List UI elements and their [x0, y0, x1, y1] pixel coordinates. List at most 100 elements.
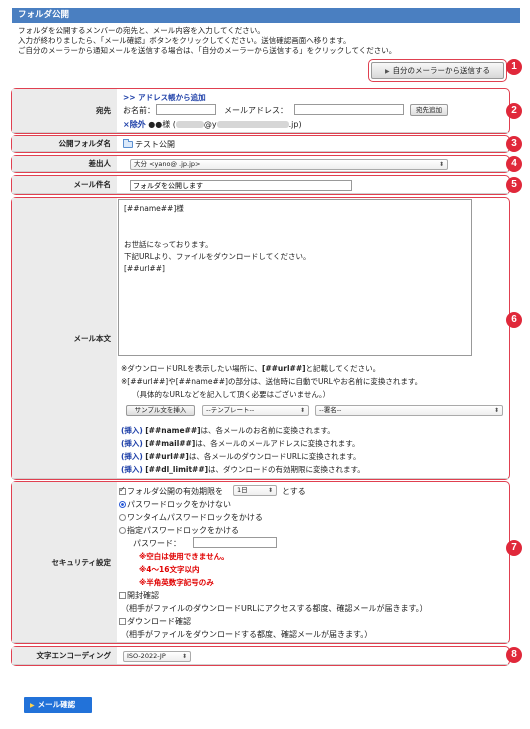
radio-no-lock-label: パスワードロックをかけない [127, 500, 231, 509]
folder-row: 公開フォルダ名 テスト公開 [12, 136, 509, 152]
folder-value: テスト公開 [120, 136, 509, 151]
insert-tag[interactable]: (挿入) [121, 465, 143, 474]
chevron-updown-icon: ⬍ [438, 161, 444, 168]
open-confirm-option[interactable]: 開封確認 [119, 590, 159, 601]
add-recipient-button[interactable]: 宛先追加 [410, 104, 448, 116]
body-note-1: ※ダウンロードURLを表示したい場所に、[##url##]と記載してください。 [121, 363, 380, 374]
radio-onetime-lock[interactable]: ワンタイムパスワードロックをかける [119, 512, 263, 523]
recipient-entry-mid: @y [203, 120, 217, 129]
mail-confirm-button[interactable]: ▶ メール確認 [24, 697, 92, 713]
encoding-select[interactable]: ISO-2022-JP ⬍ [123, 651, 191, 662]
redacted-text [175, 121, 204, 128]
radio-fixed-lock[interactable]: 指定パスワードロックをかける [119, 525, 239, 536]
radio-indicator [119, 514, 126, 521]
intro-text: フォルダを公開するメンバーの宛先と、メール内容を入力してください。 入力が終わり… [18, 26, 518, 56]
template-select-value: --テンプレート-- [206, 406, 255, 414]
body-line [124, 227, 466, 239]
recipient-label: 宛先 [12, 89, 117, 132]
open-confirm-checkbox[interactable] [119, 592, 126, 599]
intro-line: 入力が終わりましたら、「メール確認」ボタンをクリックしてください。送信確認画面へ… [18, 36, 351, 45]
insert-item: (挿入) [##mail##]は、各メールのメールアドレスに変換されます。 [121, 438, 360, 449]
redacted-text [216, 121, 289, 128]
name-input[interactable] [156, 104, 216, 115]
open-confirm-desc: （相手がファイルのダウンロードURLにアクセスする都度、確認メールが届きます。） [121, 604, 428, 613]
email-input[interactable] [294, 104, 404, 115]
remove-recipient-link[interactable]: ×除外 [123, 120, 146, 129]
marker-6: 6 [506, 312, 522, 328]
sender-select[interactable]: 大分 <yano@ .jp.jp> ⬍ [130, 159, 448, 170]
body-line: [##url##] [124, 264, 165, 273]
insert-code: [##name##] [145, 426, 201, 435]
chevron-updown-icon: ⬍ [493, 407, 499, 414]
sender-row: 差出人 大分 <yano@ .jp.jp> ⬍ [12, 156, 509, 172]
download-confirm-option[interactable]: ダウンロード確認 [119, 616, 191, 627]
download-confirm-desc: （相手がファイルをダウンロードする都度、確認メールが届きます。） [121, 630, 373, 639]
insert-desc: は、ダウンロードの有効期限に変換されます。 [208, 465, 365, 474]
note1-code: [##url##] [261, 364, 306, 373]
signature-select[interactable]: --署名-- ⬍ [315, 405, 503, 416]
download-confirm-checkbox[interactable] [119, 618, 126, 625]
recipient-entry-close: .jp) [288, 120, 302, 129]
password-rule-2: ※4～16文字以内 [139, 565, 200, 574]
marker-4: 4 [506, 156, 522, 172]
recipient-row: 宛先 >> アドレス帳から追加 お名前： メールアドレス： 宛先追加 ×除外 ●… [12, 89, 509, 133]
encoding-value: ISO-2022-JP ⬍ [120, 647, 509, 664]
subject-label: メール件名 [12, 176, 117, 193]
play-icon: ▶ [384, 68, 390, 75]
insert-item: (挿入) [##name##]は、各メールのお名前に変換されます。 [121, 425, 335, 436]
sender-label: 差出人 [12, 156, 117, 171]
template-select[interactable]: --テンプレート-- ⬍ [202, 405, 309, 416]
chevron-updown-icon: ⬍ [181, 653, 187, 660]
marker-1: 1 [506, 59, 522, 75]
address-book-link[interactable]: >> アドレス帳から追加 [123, 92, 206, 103]
insert-tag[interactable]: (挿入) [121, 439, 143, 448]
email-label: メールアドレス： [224, 106, 288, 115]
recipient-value: >> アドレス帳から追加 お名前： メールアドレス： 宛先追加 ×除外 ●●様 … [120, 89, 509, 132]
body-line: 下記URLより、ファイルをダウンロードしてください。 [124, 252, 311, 261]
radio-onetime-label: ワンタイムパスワードロックをかける [127, 513, 263, 522]
encoding-select-value: ISO-2022-JP [127, 652, 166, 660]
insert-tag[interactable]: (挿入) [121, 426, 143, 435]
note1-post: と記載してください。 [305, 364, 381, 373]
body-line: [##name##]様 [124, 204, 184, 213]
radio-fixed-label: 指定パスワードロックをかける [127, 526, 239, 535]
intro-line: フォルダを公開するメンバーの宛先と、メール内容を入力してください。 [18, 26, 265, 35]
expiry-select[interactable]: 1日 ⬍ [233, 485, 277, 496]
security-label: セキュリティ設定 [12, 482, 117, 642]
mail-confirm-label: メール確認 [37, 700, 76, 709]
folder-name: テスト公開 [123, 139, 175, 150]
marker-5: 5 [506, 177, 522, 193]
folder-name-text: テスト公開 [135, 140, 175, 149]
download-confirm-label: ダウンロード確認 [127, 617, 191, 626]
password-rule-3: ※半角英数字記号のみ [139, 578, 214, 587]
subject-value [120, 176, 509, 193]
chevron-updown-icon: ⬍ [267, 487, 273, 494]
play-icon: ▶ [30, 702, 35, 709]
intro-line: ご自分のメーラーから通知メールを送信する場合は、「自分のメーラーから送信する」を… [18, 46, 397, 55]
expiry-checkbox[interactable] [119, 485, 126, 495]
insert-desc: は、各メールのダウンロードURLに変換されます。 [188, 452, 361, 461]
body-line [124, 215, 466, 227]
open-confirm-label: 開封確認 [127, 591, 159, 600]
expiry-post: とする [282, 487, 306, 496]
insert-tag[interactable]: (挿入) [121, 452, 143, 461]
name-label: お名前： [123, 106, 155, 115]
radio-no-lock[interactable]: パスワードロックをかけない [119, 499, 231, 510]
marker-2: 2 [506, 103, 522, 119]
send-from-own-mailer-button[interactable]: ▶ 自分のメーラーから送信する [371, 62, 504, 79]
subject-input[interactable] [130, 180, 352, 191]
insert-code: [##dl_limit##] [145, 465, 209, 474]
encoding-row: 文字エンコーディング ISO-2022-JP ⬍ [12, 647, 509, 665]
body-line: お世話になっております。 [124, 240, 213, 249]
password-input[interactable] [193, 537, 277, 548]
body-textarea[interactable]: [##name##]様 お世話になっております。 下記URLより、ファイルをダウ… [118, 199, 472, 356]
encoding-label: 文字エンコーディング [12, 647, 117, 664]
recipient-entry-name: ●●様 [148, 120, 171, 129]
radio-indicator [119, 501, 126, 508]
insert-desc: は、各メールのメールアドレスに変換されます。 [195, 439, 360, 448]
body-label: メール本文 [12, 198, 117, 478]
recipient-entry: ×除外 ●●様 (@y .jp) [123, 119, 302, 130]
insert-sample-button[interactable]: サンプル文を挿入 [126, 405, 195, 416]
insert-item: (挿入) [##dl_limit##]は、ダウンロードの有効期限に変換されます。 [121, 464, 365, 475]
security-row: セキュリティ設定 [12, 482, 509, 643]
